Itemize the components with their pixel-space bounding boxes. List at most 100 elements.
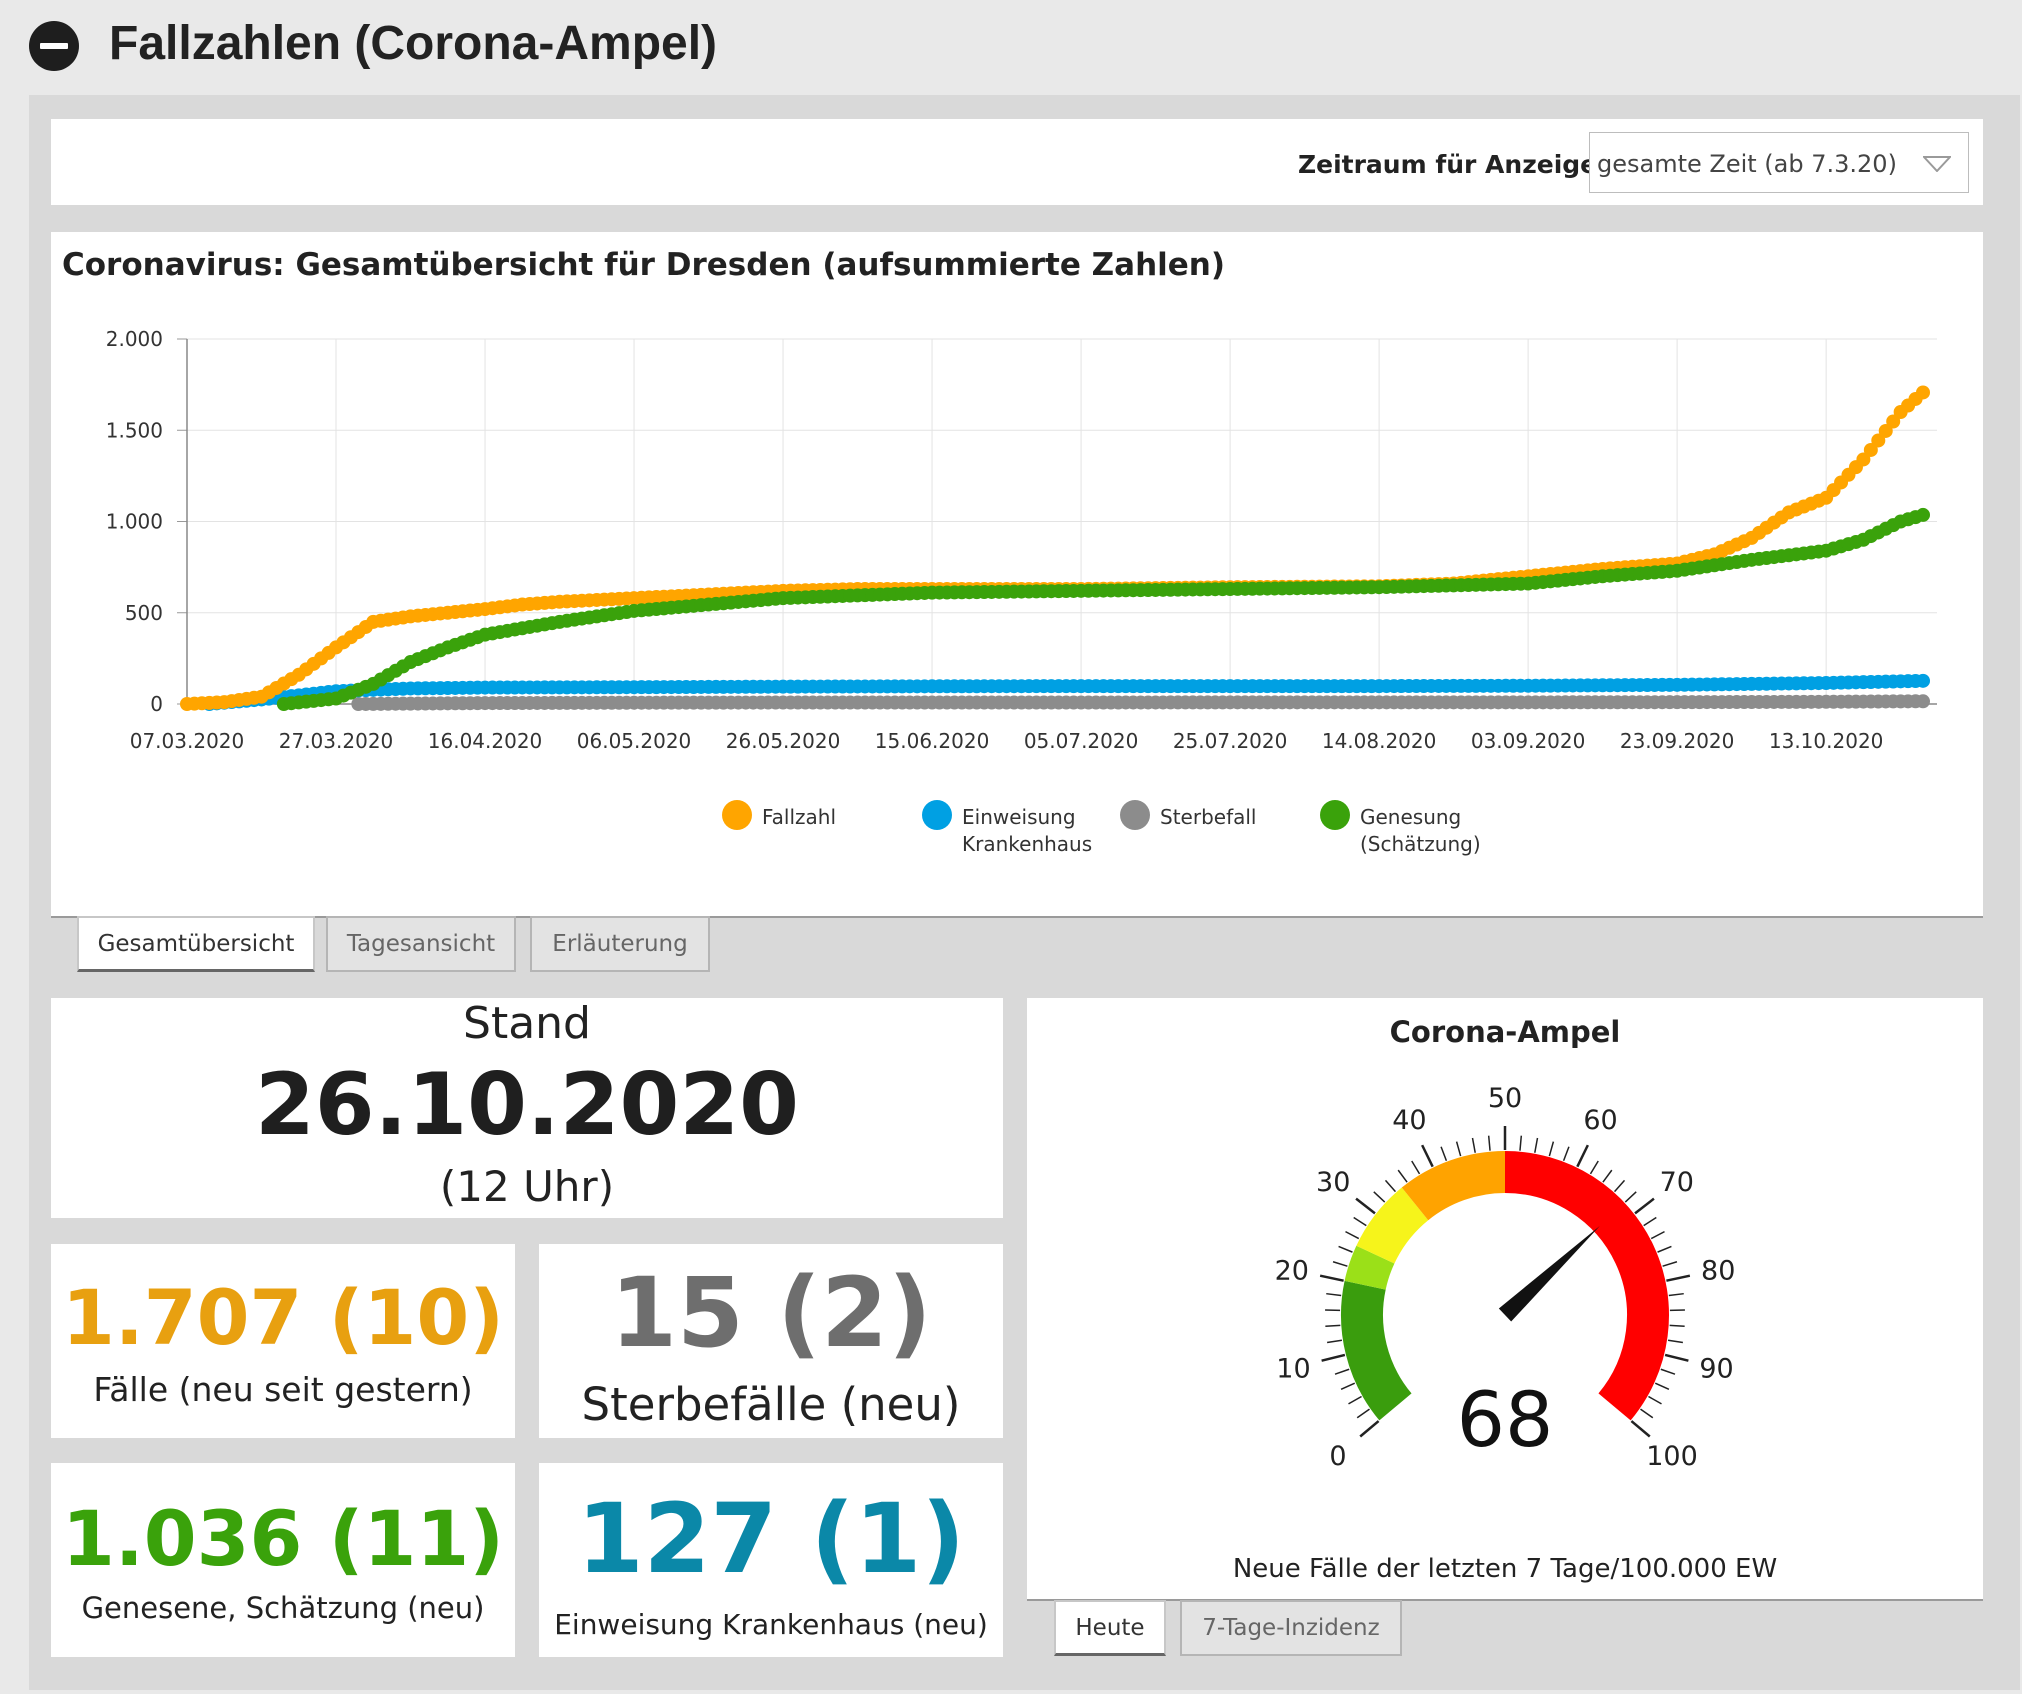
gauge-tick	[1640, 1408, 1654, 1419]
gauge-scale-label: 50	[1488, 1083, 1522, 1114]
gauge-tick	[1654, 1382, 1670, 1391]
gauge-tick	[1359, 1420, 1380, 1438]
stand-label: Stand	[463, 998, 591, 1049]
tab-gesamtuebersicht[interactable]: Gesamtübersicht	[77, 916, 315, 972]
data-point	[1916, 507, 1930, 522]
page-title: Fallzahlen (Corona-Ampel)	[109, 17, 718, 70]
gauge-tick	[1326, 1292, 1342, 1297]
einweisung-label: Einweisung Krankenhaus (neu)	[554, 1608, 988, 1641]
gauge-tick	[1321, 1353, 1346, 1362]
sterbefaelle-value: 15 (2)	[610, 1257, 932, 1369]
stand-time: (12 Uhr)	[439, 1162, 615, 1211]
chevron-down-icon[interactable]	[1923, 156, 1951, 172]
gauge-tick	[1421, 1144, 1434, 1168]
x-tick-label: 14.08.2020	[1322, 729, 1437, 753]
gauge-scale-label: 70	[1660, 1167, 1694, 1198]
y-tick-label: 1.500	[106, 418, 163, 442]
tab-7-tage-inzidenz[interactable]: 7-Tage-Inzidenz	[1180, 1600, 1402, 1656]
x-tick-label: 07.03.2020	[130, 729, 245, 753]
gauge-tick	[1340, 1382, 1356, 1391]
gauge-tick	[1602, 1169, 1613, 1183]
gauge-tick	[1668, 1292, 1684, 1297]
gauge-needle	[1498, 1226, 1600, 1322]
gauge-scale-label: 100	[1646, 1441, 1698, 1472]
genesene-value: 1.036 (11)	[61, 1494, 505, 1583]
gauge-scale-label: 10	[1276, 1354, 1310, 1385]
gauge-tick	[1384, 1179, 1397, 1193]
gauge-scale-label: 0	[1329, 1441, 1346, 1472]
gauge-tick	[1325, 1324, 1341, 1328]
gauge-scale-label: 40	[1392, 1105, 1426, 1136]
legend-swatch	[1120, 800, 1150, 830]
data-point	[1916, 694, 1930, 709]
gauge-tick	[1624, 1191, 1637, 1203]
x-tick-label: 23.09.2020	[1620, 729, 1735, 753]
gauge-scale-label: 80	[1701, 1256, 1735, 1287]
gauge-tick	[1397, 1169, 1408, 1183]
gauge-tick	[1373, 1191, 1386, 1203]
gauge-tick	[1487, 1135, 1491, 1151]
legend-label: Sterbefall	[1160, 805, 1256, 829]
legend-item-sterbefall[interactable]: Sterbefall	[1120, 800, 1256, 830]
x-tick-label: 06.05.2020	[577, 729, 692, 753]
gauge-band	[1344, 1245, 1395, 1291]
faelle-value: 1.707 (10)	[61, 1273, 505, 1362]
sterbefaelle-label: Sterbefälle (neu)	[581, 1378, 961, 1431]
gauge-tick	[1648, 1395, 1662, 1405]
series-fallzahl	[180, 385, 1930, 711]
y-tick-label: 1.000	[106, 510, 163, 534]
tab-heute[interactable]: Heute	[1054, 1600, 1166, 1656]
legend-swatch	[722, 800, 752, 830]
tab-erlaeuterung[interactable]: Erläuterung	[530, 916, 710, 972]
gauge-band	[1341, 1280, 1412, 1421]
legend-label: Fallzahl	[762, 805, 836, 829]
x-tick-label: 05.07.2020	[1024, 729, 1139, 753]
gauge-scale-label: 90	[1699, 1354, 1733, 1385]
corona-ampel-gauge: 0 10 20 30 40 50 60 70 80 90 100 68	[1275, 1083, 1736, 1472]
y-tick-label: 0	[150, 692, 163, 716]
gauge-tick	[1630, 1420, 1651, 1438]
gauge-tab-divider	[1027, 1599, 1983, 1601]
period-select-value[interactable]: gesamte Zeit (ab 7.3.20)	[1597, 150, 1897, 178]
tab-tagesansicht[interactable]: Tagesansicht	[326, 916, 516, 972]
gauge-tick	[1348, 1395, 1362, 1405]
gauge-tick	[1589, 1160, 1599, 1175]
gauge-tick	[1664, 1353, 1689, 1362]
gauge-tick	[1650, 1230, 1665, 1240]
gauge-tick	[1643, 1216, 1657, 1227]
data-point	[1916, 673, 1930, 688]
gauge-tick	[1634, 1197, 1655, 1215]
series-sterbefall	[351, 694, 1930, 711]
gauge-tick	[1338, 1245, 1353, 1253]
gauge-tick	[1576, 1144, 1589, 1168]
legend-item-einweisung[interactable]: Einweisung Krankenhaus	[922, 800, 1092, 856]
gauge-tick	[1332, 1261, 1348, 1267]
x-tick-label: 13.10.2020	[1769, 729, 1884, 753]
gauge-tick	[1471, 1137, 1476, 1153]
gauge-tick	[1666, 1274, 1691, 1282]
gauge-scale-label: 30	[1316, 1167, 1350, 1198]
gauge-tick	[1669, 1324, 1685, 1328]
legend-swatch	[1320, 800, 1350, 830]
gauge-tick	[1613, 1179, 1626, 1193]
gauge-tick	[1345, 1230, 1360, 1240]
gauge-tick	[1548, 1141, 1555, 1157]
einweisung-value: 127 (1)	[576, 1483, 966, 1595]
gauge-band	[1401, 1151, 1506, 1221]
x-tick-label: 25.07.2020	[1173, 729, 1288, 753]
gauge-tick	[1662, 1261, 1678, 1267]
gauge-tick	[1440, 1146, 1448, 1162]
legend-item-genesung[interactable]: Genesung (Schätzung)	[1320, 800, 1481, 856]
y-tick-label: 500	[125, 601, 163, 625]
legend-item-fallzahl[interactable]: Fallzahl	[722, 800, 836, 830]
gauge-scale-label: 20	[1275, 1256, 1309, 1287]
data-point	[1916, 385, 1930, 400]
x-tick-label: 27.03.2020	[279, 729, 394, 753]
faelle-label: Fälle (neu seit gestern)	[93, 1370, 473, 1409]
y-tick-label: 2.000	[106, 327, 163, 351]
gauge-tick	[1411, 1160, 1421, 1175]
collapse-minus-icon[interactable]	[29, 21, 79, 71]
gauge-tick	[1660, 1368, 1676, 1375]
x-tick-label: 26.05.2020	[726, 729, 841, 753]
gauge-band	[1356, 1187, 1429, 1264]
